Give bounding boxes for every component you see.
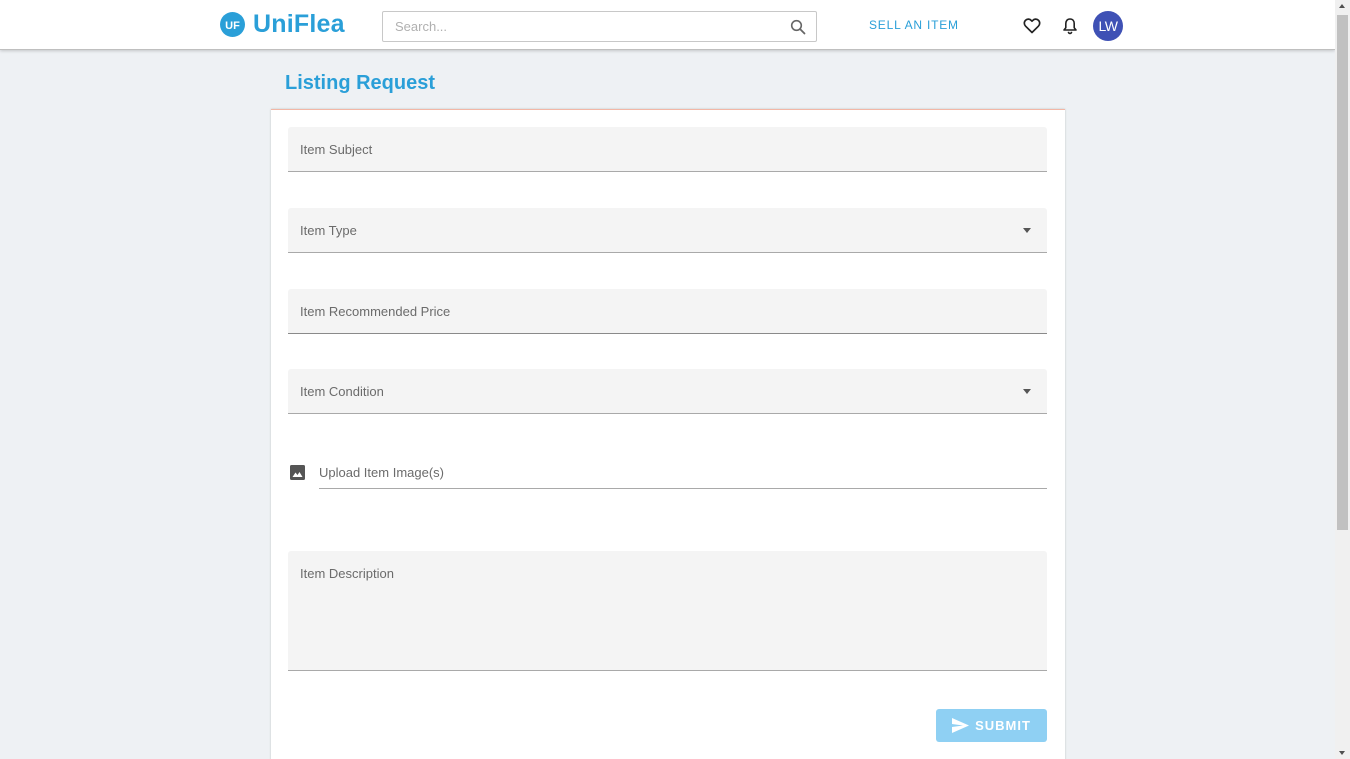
listing-request-form: Item Subject Item Type Item Recommended … xyxy=(271,109,1065,759)
image-icon xyxy=(290,465,305,480)
upload-images-field[interactable]: Upload Item Image(s) xyxy=(288,460,1047,490)
upload-input[interactable]: Upload Item Image(s) xyxy=(319,460,1047,489)
item-subject-field[interactable]: Item Subject xyxy=(288,127,1047,172)
scrollbar-thumb[interactable] xyxy=(1337,15,1348,530)
item-price-field[interactable]: Item Recommended Price xyxy=(288,289,1047,334)
brand-logo[interactable]: UF UniFlea xyxy=(220,10,345,39)
item-price-label: Item Recommended Price xyxy=(300,304,451,319)
heart-icon xyxy=(1023,18,1041,34)
search-input[interactable] xyxy=(383,12,778,41)
user-avatar[interactable]: LW xyxy=(1093,11,1123,41)
page-title: Listing Request xyxy=(285,72,436,94)
item-type-label: Item Type xyxy=(300,223,357,238)
top-app-bar: UF UniFlea SELL AN ITEM LW xyxy=(0,0,1335,50)
upload-label: Upload Item Image(s) xyxy=(319,465,444,480)
brand-name: UniFlea xyxy=(253,10,345,38)
caret-down-icon xyxy=(1023,389,1031,394)
item-condition-label: Item Condition xyxy=(300,384,384,399)
sell-an-item-link[interactable]: SELL AN ITEM xyxy=(869,18,959,32)
svg-text:UF: UF xyxy=(225,20,240,32)
bell-icon xyxy=(1063,18,1077,35)
scroll-down-arrow-icon[interactable] xyxy=(1339,751,1345,755)
search-icon xyxy=(790,19,806,35)
page-scrollbar[interactable] xyxy=(1335,0,1350,759)
uniflea-logo-icon: UF xyxy=(220,12,245,37)
item-subject-label: Item Subject xyxy=(300,142,373,157)
search-bar xyxy=(382,11,817,42)
notifications-button[interactable] xyxy=(1059,15,1081,37)
caret-down-icon xyxy=(1023,228,1031,233)
submit-button[interactable]: SUBMIT xyxy=(936,709,1047,742)
item-description-textarea[interactable]: Item Description xyxy=(288,551,1047,671)
item-type-select[interactable]: Item Type xyxy=(288,208,1047,253)
send-icon xyxy=(952,718,970,733)
favorites-button[interactable] xyxy=(1021,15,1043,37)
submit-label: SUBMIT xyxy=(975,718,1031,733)
item-description-label: Item Description xyxy=(300,566,394,581)
item-condition-select[interactable]: Item Condition xyxy=(288,369,1047,414)
scroll-up-arrow-icon[interactable] xyxy=(1339,4,1345,8)
search-button[interactable] xyxy=(788,17,808,37)
